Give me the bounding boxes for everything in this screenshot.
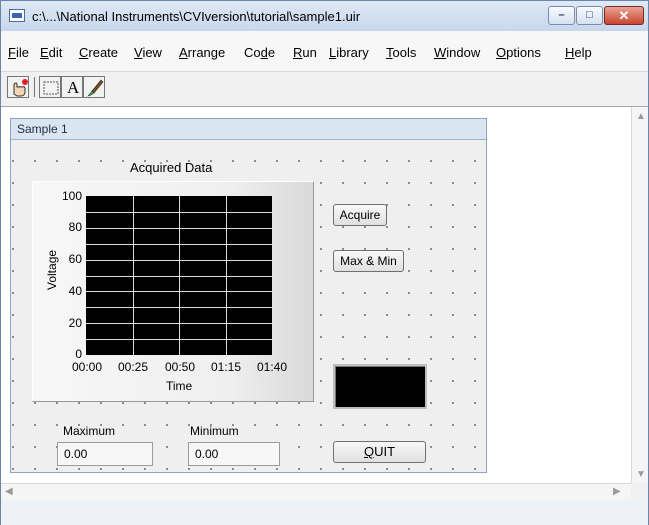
minimum-label: Minimum	[190, 424, 239, 438]
vertical-scrollbar[interactable]: ▲ ▼	[631, 107, 648, 483]
maximum-label: Maximum	[63, 424, 116, 438]
x-tick-label: 00:25	[117, 360, 149, 374]
y-tick-label: 40	[68, 284, 82, 298]
uir-editor-canvas[interactable]: Sample 1 Acquired Data 100 80 60 40 20 0…	[1, 107, 648, 525]
plot-grid	[86, 196, 272, 355]
y-tick-label: 0	[75, 347, 82, 361]
window-title: c:\...\National Instruments\CVIversion\t…	[32, 9, 361, 24]
label-tool-button[interactable]: A	[61, 76, 83, 98]
sample-panel[interactable]: Sample 1 Acquired Data 100 80 60 40 20 0…	[10, 118, 487, 473]
menu-window[interactable]: Window	[434, 45, 480, 60]
scroll-up-icon[interactable]: ▲	[636, 111, 646, 122]
app-icon[interactable]	[9, 9, 25, 22]
x-axis-title: Time	[166, 379, 193, 393]
scroll-left-icon[interactable]: ◀	[5, 486, 13, 497]
minimize-button[interactable]: –	[548, 6, 575, 25]
close-icon: ✕	[618, 8, 630, 23]
max-min-button[interactable]: Max & Min	[333, 250, 404, 272]
acquire-button[interactable]: Acquire	[333, 204, 387, 226]
menu-options[interactable]: Options	[496, 45, 541, 60]
menu-help[interactable]: Help	[565, 45, 592, 60]
black-indicator-box[interactable]	[333, 364, 427, 409]
horizontal-scrollbar[interactable]: ◀ ▶	[1, 483, 631, 500]
minimize-icon: –	[558, 9, 565, 21]
x-tick-label: 00:50	[164, 360, 196, 374]
menu-edit[interactable]: Edit	[40, 45, 62, 60]
toolbar: A	[1, 71, 648, 107]
text-label-tool-icon: A	[67, 78, 80, 97]
y-tick-label: 20	[68, 316, 82, 330]
menu-tools[interactable]: Tools	[386, 45, 416, 60]
menu-arrange[interactable]: Arrange	[179, 45, 225, 60]
status-bar	[1, 500, 648, 525]
operate-tool-button[interactable]	[7, 76, 29, 98]
operate-tool-icon	[13, 79, 28, 97]
menu-create[interactable]: Create	[79, 45, 118, 60]
x-tick-label: 01:40	[256, 360, 288, 374]
plot-area	[86, 196, 272, 355]
title-bar[interactable]: c:\...\National Instruments\CVIversion\t…	[1, 1, 648, 31]
scroll-right-icon[interactable]: ▶	[613, 486, 621, 497]
menu-library[interactable]: Library	[329, 45, 369, 60]
maximum-field[interactable]: 0.00	[57, 442, 153, 466]
menu-run[interactable]: Run	[293, 45, 317, 60]
quit-button[interactable]: QUIT	[333, 441, 426, 463]
menu-bar: File Edit Create View Arrange Code Run L…	[1, 31, 648, 71]
x-tick-label: 00:00	[71, 360, 103, 374]
panel-body[interactable]: Acquired Data 100 80 60 40 20 0 00:00 00…	[12, 140, 485, 471]
color-tool-button[interactable]	[83, 76, 105, 98]
close-button[interactable]: ✕	[604, 6, 644, 25]
y-tick-label: 80	[68, 220, 82, 234]
maximize-button[interactable]: □	[576, 6, 603, 25]
menu-code[interactable]: Code	[244, 45, 275, 60]
x-tick-label: 01:15	[210, 360, 242, 374]
y-axis-title: Voltage	[45, 249, 59, 290]
menu-view[interactable]: View	[134, 45, 162, 60]
scroll-down-icon[interactable]: ▼	[636, 469, 646, 480]
panel-title[interactable]: Sample 1	[11, 119, 486, 140]
scrollbar-corner	[631, 483, 648, 500]
app-window: c:\...\National Instruments\CVIversion\t…	[0, 0, 649, 525]
y-tick-label: 60	[68, 252, 82, 266]
menu-file[interactable]: File	[8, 45, 29, 60]
minimum-field[interactable]: 0.00	[188, 442, 280, 466]
maximize-icon: □	[586, 9, 593, 21]
select-tool-button[interactable]	[39, 76, 61, 98]
graph-title: Acquired Data	[130, 160, 213, 175]
color-brush-icon	[87, 79, 104, 97]
y-tick-label: 100	[61, 189, 82, 203]
select-rectangle-icon	[43, 81, 59, 95]
toolbar-separator	[34, 77, 35, 97]
